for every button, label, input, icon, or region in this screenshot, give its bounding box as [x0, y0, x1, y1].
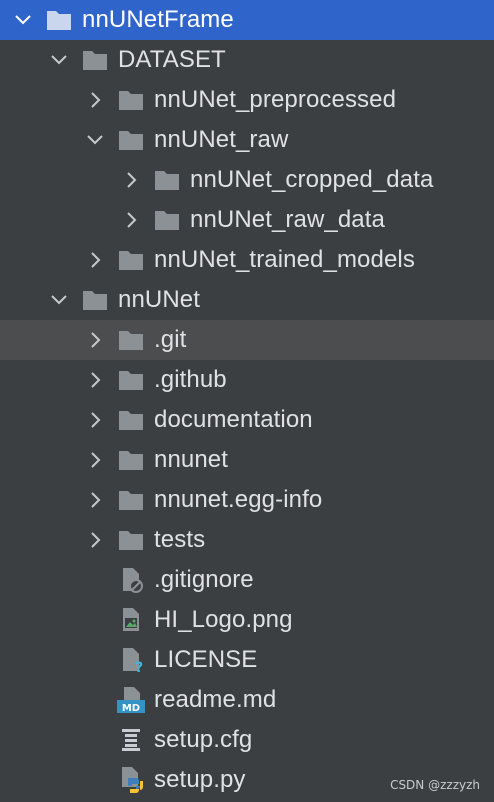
folder-icon: [80, 47, 110, 73]
tree-item-label: setup.py: [154, 766, 246, 793]
tree-item-gitignore[interactable]: .gitignore: [0, 560, 494, 600]
chevron-right-icon[interactable]: [82, 527, 108, 553]
tree-item-label: nnUNet_preprocessed: [154, 86, 397, 113]
tree-item-nnunet-raw-data[interactable]: nnUNet_raw_data: [0, 200, 494, 240]
folder-icon: [116, 487, 146, 513]
tree-item-documentation[interactable]: documentation: [0, 400, 494, 440]
tree-item-nnunet-trained-models[interactable]: nnUNet_trained_models: [0, 240, 494, 280]
tree-item-label: nnUNet_trained_models: [154, 246, 415, 273]
svg-text:?: ?: [135, 660, 143, 676]
chevron-right-icon[interactable]: [82, 247, 108, 273]
folder-icon: [116, 447, 146, 473]
tree-item-setup-cfg[interactable]: setup.cfg: [0, 720, 494, 760]
config-file-icon: [116, 727, 146, 753]
tree-item-label: LICENSE: [154, 646, 258, 673]
chevron-right-icon[interactable]: [118, 167, 144, 193]
chevron-down-icon[interactable]: [46, 47, 72, 73]
ignored-file-icon: [116, 567, 146, 593]
tree-item-label: nnUNet_cropped_data: [190, 166, 434, 193]
tree-item-label: DATASET: [118, 46, 226, 73]
tree-item-tests[interactable]: tests: [0, 520, 494, 560]
folder-icon: [152, 207, 182, 233]
chevron-right-icon[interactable]: [82, 87, 108, 113]
tree-item-license[interactable]: ? LICENSE: [0, 640, 494, 680]
tree-item-label: .git: [154, 326, 187, 353]
tree-item-nnunet[interactable]: nnunet: [0, 440, 494, 480]
project-tree: nnUNetFrame DATASET nnUNet_preprocessed nnU…: [0, 0, 494, 800]
chevron-right-icon[interactable]: [82, 327, 108, 353]
tree-item-label: tests: [154, 526, 206, 553]
tree-item-label: setup.cfg: [154, 726, 253, 753]
image-file-icon: [116, 607, 146, 633]
folder-icon: [116, 127, 146, 153]
tree-item-dataset[interactable]: DATASET: [0, 40, 494, 80]
tree-item-label: documentation: [154, 406, 313, 433]
folder-icon: [116, 87, 146, 113]
chevron-right-icon[interactable]: [82, 487, 108, 513]
chevron-down-icon[interactable]: [82, 127, 108, 153]
tree-item-label: nnUNet_raw_data: [190, 206, 385, 233]
chevron-right-icon[interactable]: [82, 367, 108, 393]
tree-item-nnunet-egg-info[interactable]: nnunet.egg-info: [0, 480, 494, 520]
chevron-down-icon[interactable]: [46, 287, 72, 313]
tree-item-github[interactable]: .github: [0, 360, 494, 400]
chevron-right-icon[interactable]: [118, 207, 144, 233]
watermark: CSDN @zzzyzh: [390, 778, 480, 792]
folder-icon: [152, 167, 182, 193]
chevron-down-icon[interactable]: [10, 7, 36, 33]
tree-item-label: nnUNet_raw: [154, 126, 289, 153]
tree-item-label: nnunet.egg-info: [154, 486, 323, 513]
folder-icon: [44, 7, 74, 33]
tree-item-nnunetframe[interactable]: nnUNetFrame: [0, 0, 494, 40]
folder-icon: [116, 247, 146, 273]
chevron-right-icon[interactable]: [82, 407, 108, 433]
tree-item-nnunet[interactable]: nnUNet: [0, 280, 494, 320]
tree-item-nnunet-raw[interactable]: nnUNet_raw: [0, 120, 494, 160]
tree-item-label: nnunet: [154, 446, 229, 473]
tree-item-label: HI_Logo.png: [154, 606, 293, 633]
tree-item-label: readme.md: [154, 686, 277, 713]
tree-item-hi-logo-png[interactable]: HI_Logo.png: [0, 600, 494, 640]
folder-icon: [80, 287, 110, 313]
folder-icon: [116, 527, 146, 553]
tree-item-git[interactable]: .git: [0, 320, 494, 360]
markdown-file-icon: MD: [116, 687, 146, 714]
folder-icon: [116, 367, 146, 393]
python-file-icon: [116, 767, 146, 793]
unknown-file-icon: ?: [116, 647, 146, 676]
tree-item-label: nnUNetFrame: [82, 6, 234, 33]
folder-icon: [116, 407, 146, 433]
tree-item-label: .gitignore: [154, 566, 254, 593]
tree-item-label: nnUNet: [118, 286, 200, 313]
folder-icon: [116, 327, 146, 353]
tree-item-readme-md[interactable]: MD readme.md: [0, 680, 494, 720]
tree-item-label: .github: [154, 366, 227, 393]
tree-item-nnunet-preprocessed[interactable]: nnUNet_preprocessed: [0, 80, 494, 120]
tree-item-nnunet-cropped-data[interactable]: nnUNet_cropped_data: [0, 160, 494, 200]
svg-text:MD: MD: [122, 703, 140, 714]
chevron-right-icon[interactable]: [82, 447, 108, 473]
